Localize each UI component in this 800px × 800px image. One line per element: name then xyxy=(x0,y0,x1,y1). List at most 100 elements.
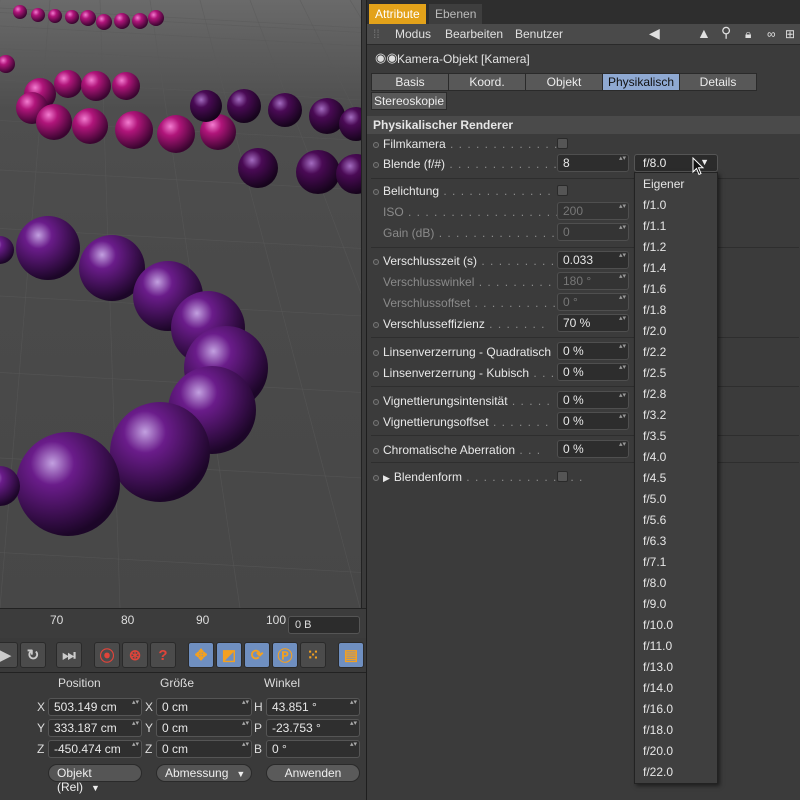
record-key-icon[interactable]: ⦿ xyxy=(94,642,120,668)
linsenverzerrung-quadratisch-field[interactable]: 0 % xyxy=(557,342,629,360)
animate-dot-icon[interactable] xyxy=(373,370,379,377)
vignettierungsoffset-field[interactable]: 0 % xyxy=(557,412,629,430)
tab-physikalisch[interactable]: Physikalisch xyxy=(602,73,680,91)
fstop-option[interactable]: f/14.0 xyxy=(643,681,673,695)
fstop-option[interactable]: f/1.8 xyxy=(643,303,666,317)
tab-basis[interactable]: Basis xyxy=(371,73,449,91)
fstop-option[interactable]: f/9.0 xyxy=(643,597,666,611)
tab-details[interactable]: Details xyxy=(679,73,757,91)
menu-benutzer[interactable]: Benutzer xyxy=(515,27,563,41)
animate-dot-icon[interactable] xyxy=(373,141,379,148)
size-x-field[interactable]: 0 cm xyxy=(156,698,252,716)
fstop-option[interactable]: f/16.0 xyxy=(643,702,673,716)
verschlusszeit-field[interactable]: 0.033 xyxy=(557,251,629,269)
fstop-option[interactable]: f/6.3 xyxy=(643,534,666,548)
blende-field[interactable]: 8 xyxy=(557,154,629,172)
angle-b-field[interactable]: 0 ° xyxy=(266,740,360,758)
animate-dot-icon[interactable] xyxy=(373,447,379,454)
fstop-option[interactable]: f/1.0 xyxy=(643,198,666,212)
filmkamera-checkbox[interactable] xyxy=(557,138,568,149)
angle-p-field[interactable]: -23.753 ° xyxy=(266,719,360,737)
current-frame-field[interactable]: 0 B xyxy=(288,616,360,634)
coord-mode-dropdown[interactable]: Objekt (Rel) ▼ xyxy=(48,764,142,794)
menu-bearbeiten[interactable]: Bearbeiten xyxy=(445,27,503,41)
fstop-option[interactable]: f/2.5 xyxy=(643,366,666,380)
fstop-option[interactable]: f/1.2 xyxy=(643,240,666,254)
fstop-option[interactable]: f/5.6 xyxy=(643,513,666,527)
new-panel-icon[interactable]: ⊞ xyxy=(785,27,795,41)
gain-field[interactable]: 0 xyxy=(557,223,629,241)
move-icon[interactable]: ✥ xyxy=(188,642,214,668)
blendenform-checkbox[interactable] xyxy=(557,471,568,482)
animate-dot-icon[interactable] xyxy=(373,188,379,195)
fstop-option[interactable]: f/7.1 xyxy=(643,555,666,569)
fstop-option[interactable]: f/10.0 xyxy=(643,618,673,632)
fstop-option[interactable]: f/4.5 xyxy=(643,471,666,485)
angle-h-field[interactable]: 43.851 ° xyxy=(266,698,360,716)
tab-objekt[interactable]: Objekt xyxy=(525,73,603,91)
animate-dot-icon[interactable] xyxy=(373,161,379,168)
fstop-option[interactable]: f/1.6 xyxy=(643,282,666,296)
position-x-field[interactable]: 503.149 cm xyxy=(48,698,142,716)
fstop-option[interactable]: f/20.0 xyxy=(643,744,673,758)
fstop-option[interactable]: f/3.5 xyxy=(643,429,666,443)
expand-triangle-icon[interactable]: ▶ xyxy=(383,473,390,483)
animate-dot-icon[interactable] xyxy=(373,258,379,265)
animate-dot-icon[interactable] xyxy=(373,474,379,481)
size-z-field[interactable]: 0 cm xyxy=(156,740,252,758)
points-grid-icon[interactable]: ⁙ xyxy=(300,642,326,668)
3d-viewport[interactable] xyxy=(0,0,362,608)
tab-stereoskopie[interactable]: Stereoskopie xyxy=(371,92,447,110)
back-arrow-icon[interactable]: ◀ xyxy=(649,25,660,42)
lock-icon[interactable]: 🔒︎ xyxy=(745,27,751,42)
fstop-option[interactable]: f/13.0 xyxy=(643,660,673,674)
play-icon[interactable]: ▶ xyxy=(0,642,18,668)
position-y-field[interactable]: 333.187 cm xyxy=(48,719,142,737)
scale-icon[interactable]: ◩ xyxy=(216,642,242,668)
up-arrow-icon[interactable]: ▲ xyxy=(697,25,711,41)
loop-icon[interactable]: ↻ xyxy=(20,642,46,668)
fstop-option[interactable]: f/5.0 xyxy=(643,492,666,506)
verschlusswinkel-field[interactable]: 180 ° xyxy=(557,272,629,290)
position-z-field[interactable]: -450.474 cm xyxy=(48,740,142,758)
apply-button[interactable]: Anwenden xyxy=(266,764,360,782)
fstop-option[interactable]: f/11.0 xyxy=(643,639,672,653)
animate-dot-icon[interactable] xyxy=(373,321,379,328)
tab-ebenen[interactable]: Ebenen xyxy=(429,4,483,24)
fstop-option[interactable]: f/1.1 xyxy=(643,219,666,233)
fstop-option[interactable]: f/22.0 xyxy=(643,765,673,779)
link-icon[interactable]: ∞ xyxy=(767,27,776,41)
fstop-option[interactable]: Eigener xyxy=(643,177,684,191)
goto-end-icon[interactable]: ⏭ xyxy=(56,642,82,668)
autokey-icon[interactable]: ⊛ xyxy=(122,642,148,668)
size-mode-dropdown[interactable]: Abmessung ▼ xyxy=(156,764,252,782)
tab-koord[interactable]: Koord. xyxy=(448,73,526,91)
fstop-option[interactable]: f/2.2 xyxy=(643,345,666,359)
animate-dot-icon[interactable] xyxy=(373,349,379,356)
animate-dot-icon[interactable] xyxy=(373,419,379,426)
film-icon[interactable]: ▤ xyxy=(338,642,364,668)
fstop-option[interactable]: f/2.0 xyxy=(643,324,666,338)
verschlusseffizienz-field[interactable]: 70 % xyxy=(557,314,629,332)
rotate-icon[interactable]: ⟳ xyxy=(244,642,270,668)
chromatische-aberration-field[interactable]: 0 % xyxy=(557,440,629,458)
animate-dot-icon[interactable] xyxy=(373,398,379,405)
fstop-option[interactable]: f/18.0 xyxy=(643,723,673,737)
menu-modus[interactable]: Modus xyxy=(395,27,431,41)
iso-field[interactable]: 200 xyxy=(557,202,629,220)
fstop-option[interactable]: f/4.0 xyxy=(643,450,666,464)
vignettierungsintensitaet-field[interactable]: 0 % xyxy=(557,391,629,409)
linsenverzerrung-kubisch-field[interactable]: 0 % xyxy=(557,363,629,381)
fstop-option[interactable]: f/3.2 xyxy=(643,408,666,422)
chevron-down-icon: ▼ xyxy=(91,783,100,793)
fstop-option[interactable]: f/8.0 xyxy=(643,576,666,590)
fstop-option[interactable]: f/2.8 xyxy=(643,387,666,401)
help-icon[interactable]: ? xyxy=(150,642,176,668)
belichtung-checkbox[interactable] xyxy=(557,185,568,196)
search-icon[interactable]: ⚲ xyxy=(721,24,731,41)
tab-attribute[interactable]: Attribute xyxy=(369,4,426,24)
verschlussoffset-field[interactable]: 0 ° xyxy=(557,293,629,311)
fstop-option[interactable]: f/1.4 xyxy=(643,261,666,275)
size-y-field[interactable]: 0 cm xyxy=(156,719,252,737)
param-icon[interactable]: Ⓟ xyxy=(272,642,298,668)
